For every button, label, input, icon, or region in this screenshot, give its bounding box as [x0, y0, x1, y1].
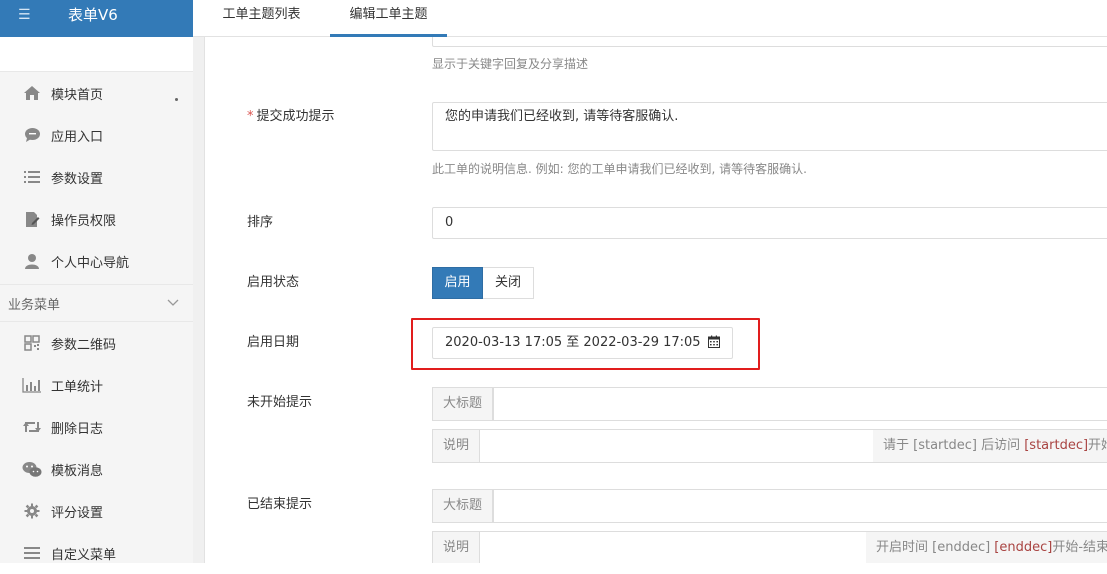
- sidebar-header: ☰ 表单V6: [0, 0, 193, 37]
- home-icon: [22, 84, 42, 102]
- wechat-icon: [22, 460, 42, 478]
- success-tip-help: 此工单的说明信息. 例如: 您的工单申请我们已经收到, 请等待客服确认.: [432, 162, 807, 176]
- share-desc-input[interactable]: [432, 37, 1107, 47]
- date-range-picker[interactable]: 2020-03-13 17:05 至 2022-03-29 17:05: [432, 327, 733, 359]
- section-label: 业务菜单: [8, 297, 61, 313]
- ended-title-input[interactable]: [493, 489, 1107, 523]
- menu-icon: [22, 544, 42, 562]
- sidebar-item-label: 模块首页: [51, 87, 104, 103]
- retweet-icon: [22, 418, 42, 436]
- sidebar-item-label: 自定义菜单: [51, 547, 117, 563]
- sidebar-item-label: 评分设置: [51, 505, 104, 521]
- tab-ticket-topic-list[interactable]: 工单主题列表: [193, 0, 330, 37]
- status-on-button[interactable]: 启用: [432, 267, 483, 299]
- success-tip-label: * 提交成功提示: [247, 109, 335, 124]
- sidebar-item-label: 应用入口: [51, 129, 104, 145]
- sidebar-item-home[interactable]: 模块首页: [0, 72, 193, 114]
- sidebar-item-label: 工单统计: [51, 379, 104, 395]
- ended-hint: 开启时间 [enddec] [enddec]开始-结束: [866, 531, 1107, 563]
- not-started-hint: 请于 [startdec] 后访问 [startdec]开始: [873, 429, 1107, 463]
- indicator-dot: [175, 98, 178, 101]
- tab-edit-ticket-topic[interactable]: 编辑工单主题: [330, 0, 447, 37]
- date-range-label: 启用日期: [247, 335, 300, 350]
- user-icon: [22, 252, 42, 270]
- top-tab-bar: 工单主题列表 编辑工单主题: [193, 0, 1107, 37]
- sidebar-item-rating[interactable]: 评分设置: [0, 490, 193, 532]
- sidebar-item-label: 模板消息: [51, 463, 104, 479]
- doc-edit-icon: [22, 210, 42, 228]
- business-nav-list: 参数二维码 工单统计 删除日志 模板消息 评分设置 自定义菜单: [0, 322, 193, 574]
- sidebar-item-params[interactable]: 参数设置: [0, 156, 193, 198]
- list-icon: [22, 168, 42, 186]
- edit-form: 显示于关键字回复及分享描述 * 提交成功提示 您的申请我们已经收到, 请等待客服确…: [206, 37, 1107, 563]
- menu-toggle-icon[interactable]: ☰: [18, 8, 32, 22]
- nav-list: 模块首页 应用入口 参数设置 操作员权限 个人中心导航: [0, 72, 193, 282]
- sidebar-divider[interactable]: [193, 0, 205, 563]
- sidebar-spacer: [0, 37, 193, 72]
- not-started-desc-input[interactable]: [479, 429, 874, 463]
- sidebar-item-app-entry[interactable]: 应用入口: [0, 114, 193, 156]
- sidebar-item-delete-log[interactable]: 删除日志: [0, 406, 193, 448]
- sort-input[interactable]: 0: [432, 207, 1107, 239]
- sidebar-item-label: 删除日志: [51, 421, 104, 437]
- not-started-label: 未开始提示: [247, 395, 313, 410]
- sidebar-item-label: 参数设置: [51, 171, 104, 187]
- sidebar-item-label: 参数二维码: [51, 337, 117, 353]
- ended-title-addon: 大标题: [432, 489, 494, 523]
- status-toggle: 启用 关闭: [432, 267, 534, 299]
- calendar-icon[interactable]: [707, 330, 720, 360]
- not-started-title-input[interactable]: [493, 387, 1107, 421]
- chevron-down-icon[interactable]: [167, 296, 179, 311]
- sidebar-item-operator-perm[interactable]: 操作员权限: [0, 198, 193, 240]
- ended-label: 已结束提示: [247, 497, 313, 512]
- status-off-button[interactable]: 关闭: [483, 267, 534, 299]
- qrcode-icon: [22, 334, 42, 352]
- sidebar-item-label: 操作员权限: [51, 213, 117, 229]
- sidebar-item-user-center[interactable]: 个人中心导航: [0, 240, 193, 282]
- sidebar-item-label: 个人中心导航: [51, 255, 130, 271]
- not-started-desc-addon: 说明: [432, 429, 481, 463]
- ended-desc-addon: 说明: [432, 531, 481, 563]
- sidebar-item-custom-menu[interactable]: 自定义菜单: [0, 532, 193, 574]
- chat-icon: [22, 126, 42, 144]
- sort-label: 排序: [247, 215, 274, 230]
- status-label: 启用状态: [247, 275, 300, 290]
- ended-desc-input[interactable]: [479, 531, 867, 563]
- sidebar: ☰ 表单V6 模块首页 应用入口 参数设置 操作员权限 个人中心导航 业务菜单 …: [0, 0, 193, 563]
- not-started-title-addon: 大标题: [432, 387, 494, 421]
- app-title: 表单V6: [68, 6, 118, 24]
- gear-icon: [22, 502, 42, 520]
- required-mark: *: [247, 109, 254, 124]
- section-business-menu[interactable]: 业务菜单: [0, 284, 193, 322]
- sidebar-item-stats[interactable]: 工单统计: [0, 364, 193, 406]
- sidebar-item-template-msg[interactable]: 模板消息: [0, 448, 193, 490]
- share-desc-help: 显示于关键字回复及分享描述: [432, 57, 589, 71]
- sidebar-item-qrcode[interactable]: 参数二维码: [0, 322, 193, 364]
- success-tip-textarea[interactable]: 您的申请我们已经收到, 请等待客服确认.: [432, 102, 1107, 151]
- bar-chart-icon: [22, 376, 42, 394]
